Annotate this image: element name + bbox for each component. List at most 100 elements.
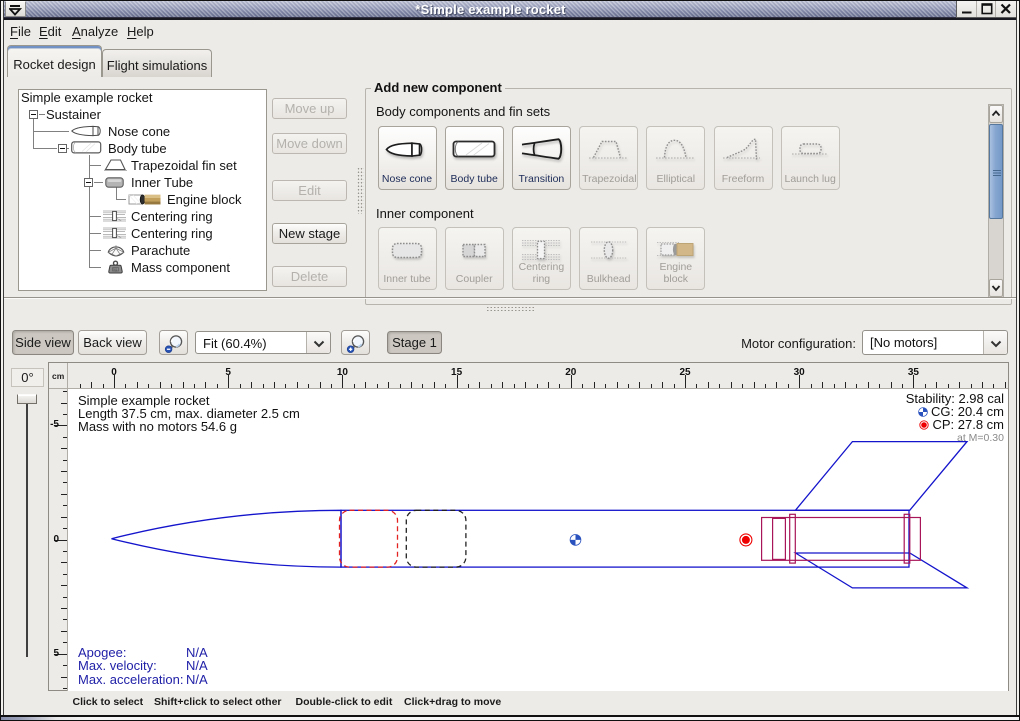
add-centering-ring-button[interactable]: Centering ring <box>512 227 571 290</box>
launch-lug-icon <box>787 134 833 169</box>
add-trapezoidal-button[interactable]: Trapezoidal <box>579 126 638 190</box>
cp-icon <box>919 420 929 430</box>
minimize-button[interactable] <box>957 0 977 17</box>
mass-component-icon: kg <box>107 260 124 277</box>
window-frame <box>3 0 4 721</box>
ruler-unit-box: cm <box>49 363 68 389</box>
parachute-dashed-outline <box>340 510 398 567</box>
maximize-icon <box>979 1 995 16</box>
figure-info-line3: Mass with no motors 54.6 g <box>78 419 237 434</box>
chevron-down-icon <box>313 340 325 348</box>
application-window: *Simple example rocket File Edit Analyze… <box>0 0 1020 721</box>
coupler-icon <box>451 235 497 270</box>
add-inner-tube-button[interactable]: Inner tube <box>378 227 437 290</box>
back-view-button[interactable]: Back view <box>78 330 147 355</box>
menu-help[interactable]: Help <box>127 24 154 39</box>
window-menu-button[interactable] <box>5 1 26 17</box>
status-double-click: Double-click to edit <box>296 696 393 708</box>
rotation-angle-box[interactable]: 0° <box>11 368 44 387</box>
rocket-canvas[interactable]: Simple example rocket Length 37.5 cm, ma… <box>68 389 1008 691</box>
cp-marker <box>740 534 752 546</box>
add-body-tube-button[interactable]: Body tube <box>445 126 504 190</box>
tree-expander-icon[interactable] <box>58 144 67 153</box>
status-bar: Click to select Shift+click to select ot… <box>4 692 1016 711</box>
scroll-up-button[interactable] <box>989 105 1003 123</box>
scrollbar-grip <box>993 170 1001 176</box>
vertical-ruler: -505 <box>49 389 68 691</box>
tree-expander-icon[interactable] <box>84 178 93 187</box>
add-transition-button[interactable]: Transition <box>512 126 571 190</box>
fin-upper-outline <box>796 442 968 511</box>
scrollbar-thumb[interactable] <box>989 124 1003 219</box>
body-tube-outline <box>341 510 909 567</box>
edit-button[interactable]: Edit <box>272 180 347 201</box>
close-icon <box>998 1 1014 16</box>
acceleration-value: N/A <box>186 672 208 687</box>
centering-ring-front-outline <box>790 514 796 563</box>
motor-select-arrow <box>983 331 1007 354</box>
transition-icon <box>518 134 564 169</box>
freeform-icon <box>720 134 766 169</box>
add-nose-cone-button[interactable]: Nose cone <box>378 126 437 190</box>
status-shift-click: Shift+click to select other <box>154 696 282 708</box>
inner-tube-icon <box>384 235 430 270</box>
stability-stats: Stability: 2.98 cal CG: 20.4 cm CP: 27.8… <box>906 392 1004 446</box>
zoom-out-button[interactable] <box>159 330 188 355</box>
cg-row: CG: 20.4 cm <box>906 405 1004 418</box>
add-elliptical-button[interactable]: Elliptical <box>646 126 705 190</box>
side-view-button[interactable]: Side view <box>12 330 74 355</box>
window-frame <box>0 0 1020 1</box>
menu-edit[interactable]: Edit <box>39 24 61 39</box>
arrow-down-icon <box>990 280 1002 296</box>
inner-tube-icon <box>105 176 124 191</box>
scroll-down-button[interactable] <box>989 279 1003 297</box>
engine-block-outline <box>773 518 786 559</box>
nose-cone-icon <box>71 125 102 140</box>
parachute-icon <box>107 244 125 260</box>
body-tube-icon <box>451 134 497 169</box>
close-button[interactable] <box>996 0 1016 17</box>
split-divider-vertical[interactable] <box>357 167 364 214</box>
add-bulkhead-button[interactable]: Bulkhead <box>579 227 638 290</box>
trapezoidal-icon <box>586 134 632 169</box>
section-inner-component: Inner component <box>376 206 474 221</box>
mass-component-dashed-outline <box>406 510 466 567</box>
acceleration-label: Max. acceleration: <box>78 672 184 687</box>
maximize-button[interactable] <box>977 0 997 17</box>
add-coupler-button[interactable]: Coupler <box>445 227 504 290</box>
zoom-out-icon <box>163 333 184 354</box>
add-freeform-button[interactable]: Freeform <box>714 126 773 190</box>
component-panel-scrollbar[interactable] <box>988 104 1004 298</box>
window-frame <box>1017 0 1019 721</box>
menu-bar: File Edit Analyze Help <box>4 20 1016 45</box>
move-down-button[interactable]: Move down <box>272 133 347 154</box>
tab-flight-simulations[interactable]: Flight simulations <box>102 49 212 77</box>
stage-1-toggle[interactable]: Stage 1 <box>387 331 442 354</box>
ruler-unit-label: cm <box>52 371 64 381</box>
add-engine-block-button[interactable]: Engine block <box>646 227 705 290</box>
rocket-outline <box>112 442 968 588</box>
zoom-in-button[interactable] <box>341 330 370 355</box>
tab-rocket-design[interactable]: Rocket design <box>7 45 102 77</box>
split-divider-horizontal[interactable] <box>486 306 534 313</box>
menu-analyze[interactable]: Analyze <box>72 24 118 39</box>
tree-expander-icon[interactable] <box>29 110 38 119</box>
add-launch-lug-button[interactable]: Launch lug <box>781 126 840 190</box>
divider-line-highlight <box>4 298 1016 299</box>
rotation-slider-track <box>26 399 28 657</box>
nose-cone-icon <box>384 134 430 169</box>
zoom-level-select[interactable]: Fit (60.4%) <box>195 331 331 354</box>
svg-text:kg: kg <box>114 268 118 272</box>
motor-configuration-select[interactable]: [No motors] <box>862 330 1008 355</box>
menu-file[interactable]: File <box>10 24 31 39</box>
motor-mount-group <box>762 514 921 563</box>
minimize-icon <box>959 1 975 16</box>
delete-button[interactable]: Delete <box>272 266 347 287</box>
move-up-button[interactable]: Move up <box>272 98 347 119</box>
horizontal-ruler: 05101520253035 <box>68 363 1008 389</box>
elliptical-icon <box>653 134 699 169</box>
new-stage-button[interactable]: New stage <box>272 223 347 244</box>
stability-row: Stability: 2.98 cal <box>906 392 1004 405</box>
cg-marker <box>570 535 581 546</box>
rotation-slider-handle[interactable] <box>17 394 37 404</box>
